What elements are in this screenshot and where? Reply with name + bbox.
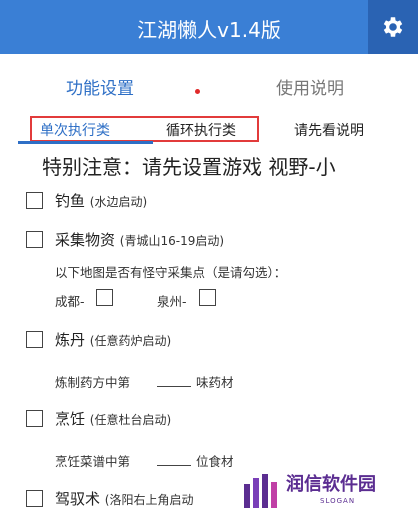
gather-checkbox[interactable]	[26, 231, 43, 248]
cooking-label: 烹饪 (任意杜台启动)	[55, 410, 172, 428]
sub-tabs: 单次执行类 循环执行类 请先看说明	[0, 114, 418, 146]
cooking-checkbox[interactable]	[26, 410, 43, 427]
gather-hint: (青城山16-19启动)	[119, 234, 225, 248]
alchemy-index-input[interactable]	[157, 372, 191, 387]
fishing-hint: (水边启动)	[89, 195, 148, 209]
cooking-hint: (任意杜台启动)	[89, 413, 172, 427]
gather-note: 以下地图是否有怪守采集点（是请勾选）：	[55, 265, 287, 280]
quanzhou-label: 泉州-	[157, 294, 187, 309]
subtab-loop[interactable]: 循环执行类	[166, 120, 236, 140]
subtab-readme[interactable]: 请先看说明	[294, 120, 364, 140]
alchemy-checkbox[interactable]	[26, 331, 43, 348]
title-bar: 江湖懒人v1.4版	[0, 0, 418, 54]
alchemy-label: 炼丹 (任意药炉启动)	[55, 331, 172, 349]
cooking-prefix: 烹饪菜谱中第	[55, 454, 131, 469]
fishing-label: 钓鱼 (水边启动)	[55, 192, 148, 210]
chengdu-checkbox[interactable]	[96, 289, 113, 306]
gather-label: 采集物资 (青城山16-19启动)	[55, 231, 225, 249]
quanzhou-checkbox[interactable]	[199, 289, 216, 306]
chengdu-label: 成都-	[55, 294, 85, 309]
gear-icon	[383, 17, 403, 37]
active-tab-underline	[18, 141, 153, 144]
main-tabs: 功能设置 使用说明	[0, 54, 418, 114]
driving-checkbox[interactable]	[26, 490, 43, 507]
alchemy-prefix: 炼制药方中第	[55, 375, 131, 390]
indicator-dot	[195, 89, 200, 94]
watermark-logo-icon	[244, 474, 277, 508]
alchemy-hint: (任意药炉启动)	[89, 334, 172, 348]
watermark-text: 润信软件园	[286, 474, 376, 495]
notice-text: 特别注意：请先设置游戏 视野-小	[42, 155, 336, 179]
alchemy-suffix: 味药材	[196, 375, 234, 390]
driving-label: 驾驭术 (洛阳右上角启动	[55, 490, 194, 508]
fishing-checkbox[interactable]	[26, 192, 43, 209]
settings-button[interactable]	[368, 0, 418, 54]
app-title: 江湖懒人v1.4版	[137, 18, 281, 42]
watermark: 润信软件园 SLOGAN	[238, 466, 418, 515]
cooking-suffix: 位食材	[196, 454, 234, 469]
tab-function-settings[interactable]: 功能设置	[66, 74, 134, 99]
cooking-index-input[interactable]	[157, 451, 191, 466]
driving-hint: (洛阳右上角启动	[104, 493, 194, 507]
subtab-single[interactable]: 单次执行类	[40, 120, 110, 140]
tab-instructions[interactable]: 使用说明	[276, 74, 344, 99]
watermark-slogan: SLOGAN	[320, 497, 356, 505]
